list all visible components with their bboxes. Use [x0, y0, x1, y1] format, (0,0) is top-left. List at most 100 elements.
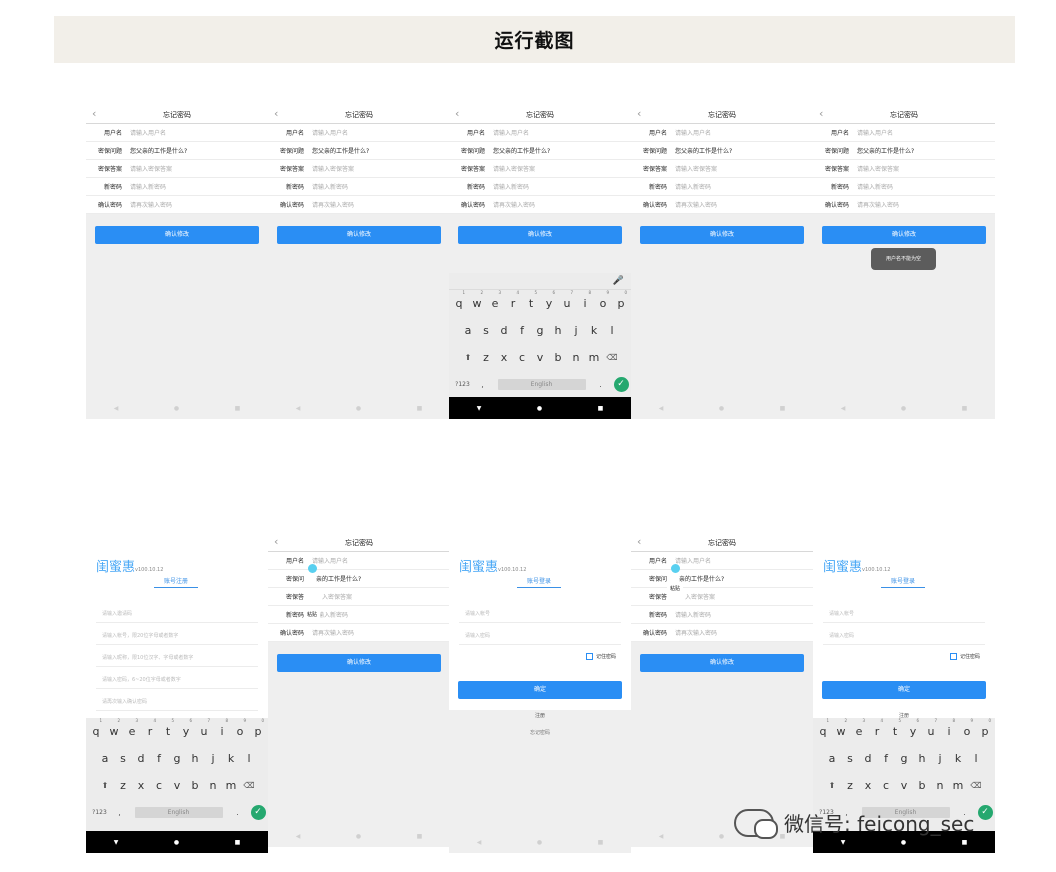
backspace-icon[interactable]: ⌫ [240, 781, 258, 790]
ok-button[interactable]: 确定 [822, 681, 986, 699]
key-h[interactable]: h [549, 324, 567, 337]
key-g[interactable]: g [895, 752, 913, 765]
new-password-row[interactable]: 新密码 请输入新密码 [813, 178, 995, 196]
key-t[interactable]: 5t [886, 718, 904, 738]
nav-home-icon[interactable]: ● [901, 405, 906, 412]
nav-home-icon[interactable]: ● [356, 833, 361, 840]
answer-input[interactable]: 请输入密保答案 [671, 164, 717, 173]
key-e[interactable]: 3e [486, 290, 504, 310]
period-key[interactable]: . [592, 380, 610, 389]
confirm-password-input[interactable]: 请再次输入密码 [489, 200, 535, 209]
key-i[interactable]: 8i [940, 718, 958, 738]
key-b[interactable]: b [913, 779, 931, 792]
nav-recent-icon[interactable]: ■ [235, 405, 241, 412]
nav-back-icon[interactable]: ◀ [114, 405, 119, 412]
account-input[interactable]: 请输入帐号 [823, 605, 985, 623]
key-d[interactable]: d [495, 324, 513, 337]
key-f[interactable]: f [150, 752, 168, 765]
shift-icon[interactable]: ⬆ [459, 353, 477, 362]
remember-password-checkbox[interactable]: 记住密码 [586, 653, 616, 660]
key-v[interactable]: v [531, 351, 549, 364]
tab-login[interactable]: 账号登录 [517, 576, 561, 588]
key-u[interactable]: 7u [195, 718, 213, 738]
key-d[interactable]: d [859, 752, 877, 765]
confirm-password-row[interactable]: 确认密码 请再次输入密码 [268, 624, 450, 642]
new-password-input[interactable]: 请输入新密码 [308, 182, 348, 191]
key-s[interactable]: s [477, 324, 495, 337]
paste-popup[interactable]: 粘贴 [304, 610, 321, 619]
confirm-password-input[interactable]: 请再次输入确认密码 [96, 693, 258, 711]
nav-home-icon[interactable]: ● [174, 839, 179, 846]
key-n[interactable]: n [204, 779, 222, 792]
symbols-key[interactable]: ?123 [452, 381, 474, 388]
key-y[interactable]: 6y [177, 718, 195, 738]
key-y[interactable]: 6y [540, 290, 558, 310]
new-password-row[interactable]: 新密码 请输入新密码 [86, 178, 268, 196]
check-icon[interactable]: ✓ [613, 377, 629, 392]
key-n[interactable]: n [931, 779, 949, 792]
symbols-key[interactable]: ?123 [89, 809, 111, 816]
remember-password-checkbox[interactable]: 记住密码 [950, 653, 980, 660]
nickname-input[interactable]: 请输入昵称，限10位汉字、字母或者数字 [96, 649, 258, 667]
confirm-change-button[interactable]: 确认修改 [95, 226, 259, 244]
key-b[interactable]: b [186, 779, 204, 792]
nav-back-icon[interactable]: ◀ [659, 405, 664, 412]
key-o[interactable]: 9o [231, 718, 249, 738]
keyboard-hide-icon[interactable]: ▼ [841, 839, 846, 846]
confirm-password-input[interactable]: 请再次输入密码 [126, 200, 172, 209]
key-t[interactable]: 5t [522, 290, 540, 310]
confirm-change-button[interactable]: 确认修改 [458, 226, 622, 244]
confirm-change-button[interactable]: 确认修改 [640, 226, 804, 244]
username-input[interactable]: 请输入用户名 [489, 128, 529, 137]
new-password-input[interactable]: 请输入新密码 [853, 182, 893, 191]
key-r[interactable]: 4r [868, 718, 886, 738]
answer-row[interactable]: 密保答 入密保答案 [268, 588, 450, 606]
key-l[interactable]: l [240, 752, 258, 765]
nav-recent-icon[interactable]: ■ [417, 405, 423, 412]
key-o[interactable]: 9o [958, 718, 976, 738]
password-input[interactable]: 请输入密码 [823, 627, 985, 645]
key-w[interactable]: 2w [832, 718, 850, 738]
confirm-password-row[interactable]: 确认密码 请再次输入密码 [631, 196, 813, 214]
key-v[interactable]: v [168, 779, 186, 792]
text-cursor-handle[interactable] [308, 564, 317, 573]
tab-login[interactable]: 账号登录 [881, 576, 925, 588]
key-x[interactable]: x [132, 779, 150, 792]
forgot-password-link[interactable]: 忘记密码 [449, 729, 631, 736]
key-s[interactable]: s [114, 752, 132, 765]
shift-icon[interactable]: ⬆ [823, 781, 841, 790]
key-q[interactable]: 1q [87, 718, 105, 738]
answer-row[interactable]: 密保答案 请输入密保答案 [268, 160, 450, 178]
username-input[interactable]: 请输入用户名 [671, 128, 711, 137]
key-i[interactable]: 8i [213, 718, 231, 738]
key-n[interactable]: n [567, 351, 585, 364]
key-k[interactable]: k [585, 324, 603, 337]
mic-icon[interactable]: 🎤 [613, 276, 624, 286]
key-a[interactable]: a [96, 752, 114, 765]
confirm-change-button[interactable]: 确认修改 [640, 654, 804, 672]
nav-recent-icon[interactable]: ■ [598, 839, 604, 846]
username-input[interactable]: 请输入用户名 [308, 128, 348, 137]
key-w[interactable]: 2w [468, 290, 486, 310]
answer-input[interactable]: 入密保答案 [671, 592, 715, 601]
answer-row[interactable]: 密保答 入密保答案 [631, 588, 813, 606]
comma-key[interactable]: , [111, 808, 129, 817]
key-i[interactable]: 8i [576, 290, 594, 310]
paste-popup[interactable]: 粘贴 [667, 584, 684, 593]
key-g[interactable]: g [531, 324, 549, 337]
key-h[interactable]: h [186, 752, 204, 765]
username-row[interactable]: 用户名 请输入用户名 [449, 124, 631, 142]
key-j[interactable]: j [931, 752, 949, 765]
key-q[interactable]: 1q [450, 290, 468, 310]
confirm-password-input[interactable]: 请再次输入密码 [308, 628, 354, 637]
key-g[interactable]: g [168, 752, 186, 765]
key-z[interactable]: z [841, 779, 859, 792]
invite-code-input[interactable]: 请输入邀请码 [96, 605, 258, 623]
key-z[interactable]: z [114, 779, 132, 792]
text-cursor-handle[interactable] [671, 564, 680, 573]
nav-recent-icon[interactable]: ■ [962, 839, 968, 846]
new-password-input[interactable]: 请输入新密码 [671, 610, 711, 619]
confirm-change-button[interactable]: 确认修改 [822, 226, 986, 244]
username-row[interactable]: 用户名 请输入用户名 [268, 552, 450, 570]
key-k[interactable]: k [222, 752, 240, 765]
